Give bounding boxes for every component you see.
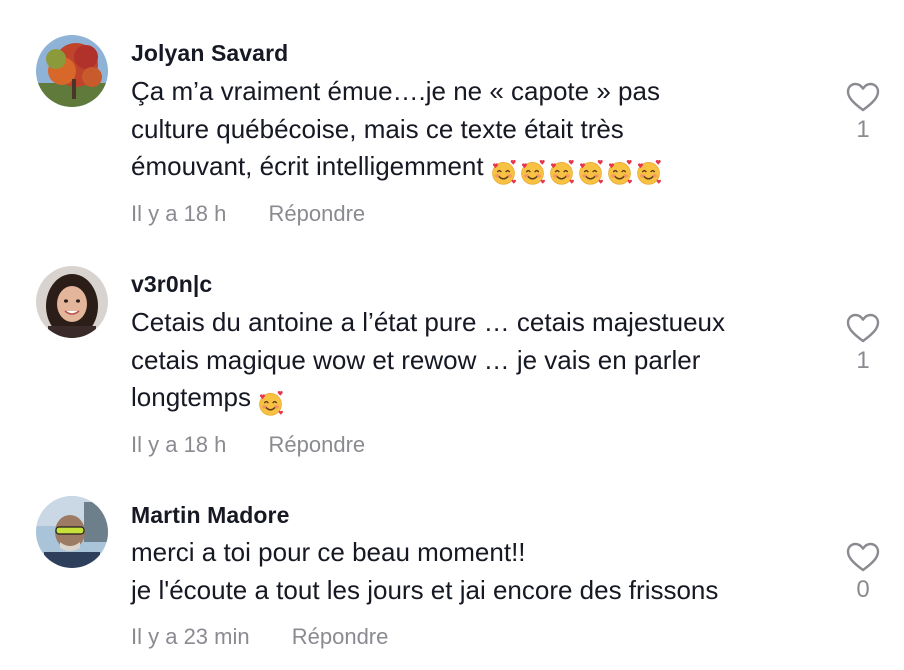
reply-button[interactable]: Répondre (269, 432, 366, 458)
like-count: 0 (856, 576, 870, 603)
like-count: 1 (856, 116, 870, 143)
comment-meta: Il y a 18 h Répondre (131, 201, 365, 227)
comment-text-line: émouvant, écrit intelligemment (131, 148, 821, 190)
heart-outline-icon (846, 542, 880, 572)
comment-text-line: Ça m’a vraiment émue….je ne « capote » p… (131, 76, 660, 106)
avatar[interactable] (36, 496, 108, 568)
reply-button[interactable]: Répondre (292, 624, 389, 650)
comment-text-line-content: émouvant, écrit intelligemment (131, 151, 484, 181)
comment-text-line: Cetais du antoine a l’état pure … cetais… (131, 307, 726, 337)
comment-username[interactable]: Jolyan Savard (131, 40, 288, 67)
comment-text-line-content: longtemps (131, 382, 251, 412)
smiling-face-with-hearts-emoji (606, 159, 633, 186)
like-button[interactable]: 1 (844, 313, 882, 375)
smiling-face-with-hearts-emoji (490, 159, 517, 186)
comment-timestamp: Il y a 18 h (131, 201, 227, 226)
comment-username[interactable]: v3r0n|c (131, 271, 212, 298)
comment-text-line: cetais magique wow et rewow … je vais en… (131, 344, 701, 375)
like-count: 1 (856, 347, 870, 374)
smiling-face-with-hearts-emoji (257, 390, 284, 417)
comment-username[interactable]: Martin Madore (131, 502, 289, 529)
comment-text: merci a toi pour ce beau moment!! je l'é… (131, 534, 821, 609)
smiling-face-with-hearts-emoji (635, 159, 662, 186)
heart-outline-icon (846, 82, 880, 112)
emoji-group (257, 383, 286, 421)
comment-text-line: culture québécoise, mais ce texte était … (131, 111, 821, 149)
comment-timestamp: Il y a 18 h (131, 432, 227, 457)
comment-meta: Il y a 18 h Répondre (131, 432, 365, 458)
emoji-group (490, 152, 664, 190)
heart-outline-icon (846, 313, 880, 343)
comment-timestamp: Il y a 23 min (131, 624, 250, 649)
comment-text-line: je l'écoute a tout les jours et jai enco… (131, 574, 719, 605)
avatar[interactable] (36, 266, 108, 338)
comment-meta: Il y a 23 min Répondre (131, 624, 388, 650)
like-button[interactable]: 1 (844, 82, 882, 144)
comment-text: Ça m’a vraiment émue….je ne « capote » p… (131, 73, 821, 190)
smiling-face-with-hearts-emoji (577, 159, 604, 186)
smiling-face-with-hearts-emoji (519, 159, 546, 186)
comment-text: Cetais du antoine a l’état pure … cetais… (131, 304, 821, 421)
like-button[interactable]: 0 (844, 542, 882, 604)
comment-text-line: longtemps (131, 379, 821, 421)
avatar[interactable] (36, 35, 108, 107)
comment-text-line-content: culture québécoise, mais ce texte était … (131, 113, 624, 144)
reply-button[interactable]: Répondre (269, 201, 366, 227)
smiling-face-with-hearts-emoji (548, 159, 575, 186)
comment-text-line: merci a toi pour ce beau moment!! (131, 537, 526, 567)
